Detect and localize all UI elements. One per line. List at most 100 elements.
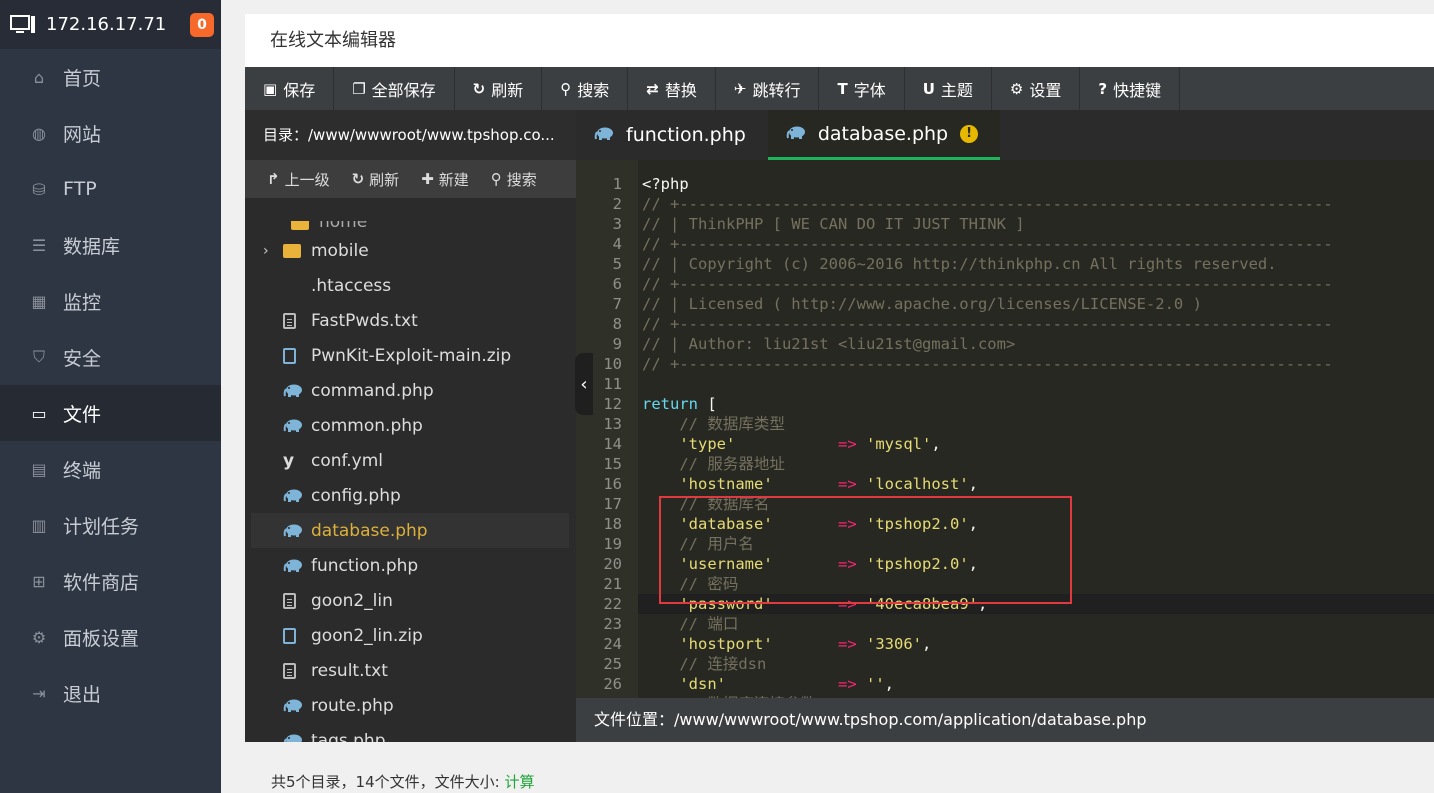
list-item[interactable]: PwnKit-Exploit-main.zip	[251, 338, 569, 373]
code-editor[interactable]: 1 2 3 4 5 6 7 8 9 10 11 12 13 14 15 16 17 18 19 20 21 22 23 24 2…	[576, 160, 1434, 698]
sidebar-item-5[interactable]: ⛉ 安全	[0, 329, 221, 385]
sidebar-item-8[interactable]: ▥ 计划任务	[0, 497, 221, 553]
code-line[interactable]: // +------------------------------------…	[642, 234, 1333, 254]
chevron-right-icon[interactable]: ›	[263, 243, 283, 259]
save-button[interactable]: ▣ 保存	[245, 67, 335, 110]
code-line[interactable]: 'type' => 'mysql',	[642, 434, 940, 454]
refresh-files-button[interactable]: ↻ 刷新	[352, 169, 400, 190]
list-item[interactable]: command.php	[251, 373, 569, 408]
code-token: =>	[837, 635, 857, 653]
code-line[interactable]: // +------------------------------------…	[642, 194, 1333, 214]
list-item[interactable]: route.php	[251, 688, 569, 723]
save-icon: ▣	[263, 79, 278, 98]
sidebar-item-6[interactable]: ▭ 文件	[0, 385, 221, 441]
code-line[interactable]: 'dsn' => '',	[642, 674, 894, 694]
code-line[interactable]: <?php	[642, 174, 689, 194]
settings-button[interactable]: ⚙ 设置	[992, 67, 1081, 110]
sidebar-item-9[interactable]: ⊞ 软件商店	[0, 553, 221, 609]
list-item[interactable]: config.php	[251, 478, 569, 513]
list-item[interactable]: goon2_lin.zip	[251, 618, 569, 653]
shortcuts-button[interactable]: ? 快捷键	[1080, 67, 1181, 110]
code-line[interactable]: // | ThinkPHP [ WE CAN DO IT JUST THINK …	[642, 214, 1025, 234]
sidebar-item-0[interactable]: ⌂ 首页	[0, 49, 221, 105]
line-number: 5	[612, 255, 622, 273]
line-number: 1	[612, 175, 622, 193]
sidebar-item-label: 首页	[63, 67, 102, 90]
refresh-icon: ↻	[472, 79, 486, 98]
line-number: 26	[603, 675, 622, 693]
list-item[interactable]: tags.php	[251, 723, 569, 742]
sidebar-item-1[interactable]: ◍ 网站	[0, 105, 221, 161]
code-line[interactable]: 'password' => '40eca8bea9',	[638, 594, 1434, 614]
sidebar-item-label: 退出	[63, 683, 102, 706]
replace-icon: ⇄	[646, 79, 659, 98]
list-item[interactable]: y conf.yml	[251, 443, 569, 478]
replace-button[interactable]: ⇄ 替换	[628, 67, 716, 110]
save-all-button[interactable]: ❐ 全部保存	[334, 67, 455, 110]
php-file-icon	[283, 384, 311, 398]
code-line[interactable]: // 服务器地址	[642, 454, 785, 474]
code-line[interactable]: // +------------------------------------…	[642, 314, 1333, 334]
code-token: ,	[968, 515, 978, 533]
list-item[interactable]: .htaccess	[251, 268, 569, 303]
theme-button[interactable]: U 主题	[905, 67, 992, 110]
search-files-button[interactable]: ⚲ 搜索	[491, 169, 537, 190]
code-line[interactable]: 'username' => 'tpshop2.0',	[642, 554, 978, 574]
list-item[interactable]: result.txt	[251, 653, 569, 688]
code-line[interactable]: return [	[642, 394, 717, 414]
list-item[interactable]: common.php	[251, 408, 569, 443]
code-line[interactable]: // | Author: liu21st <liu21st@gmail.com>	[642, 334, 1015, 354]
refresh-button[interactable]: ↻ 刷新	[455, 67, 543, 110]
text-file-icon	[283, 592, 311, 609]
code-token: // 数据库类型	[642, 415, 785, 433]
code-line[interactable]: // 连接dsn	[642, 654, 766, 674]
code-line[interactable]: // | Copyright (c) 2006~2016 http://thin…	[642, 254, 1277, 274]
sidebar-item-11[interactable]: ⇥ 退出	[0, 665, 221, 721]
tab-1[interactable]: database.php!	[767, 110, 1001, 160]
sidebar-item-7[interactable]: ▤ 终端	[0, 441, 221, 497]
code-line[interactable]: // 数据库名	[642, 494, 769, 514]
code-line[interactable]: // | Licensed ( http://www.apache.org/li…	[642, 294, 1202, 314]
text-file-icon	[283, 662, 311, 679]
search-button[interactable]: ⚲ 搜索	[542, 67, 629, 110]
code-line[interactable]: 'database' => 'tpshop2.0',	[642, 514, 978, 534]
code-line[interactable]: 'hostname' => 'localhost',	[642, 474, 978, 494]
sidebar-item-3[interactable]: ☰ 数据库	[0, 217, 221, 273]
tab-0[interactable]: function.php	[576, 110, 768, 160]
magnet-icon: U	[922, 79, 935, 98]
font-button[interactable]: T 字体	[819, 67, 905, 110]
parent-dir-button[interactable]: ↱ 上一级	[267, 169, 330, 190]
code-token: // | Copyright (c) 2006~2016 http://thin…	[642, 255, 1277, 273]
goto-line-button[interactable]: ✈ 跳转行	[716, 67, 820, 110]
code-line[interactable]: // +------------------------------------…	[642, 274, 1333, 294]
file-location-bar: 文件位置：/www/wwwroot/www.tpshop.com/applica…	[576, 698, 1434, 742]
sidebar-item-4[interactable]: ▦ 监控	[0, 273, 221, 329]
code-token: // | Licensed ( http://www.apache.org/li…	[642, 295, 1202, 313]
list-item[interactable]: › mobile	[251, 233, 569, 268]
line-number: 16	[603, 475, 622, 493]
sidebar-item-label: 面板设置	[63, 627, 140, 650]
sidebar-item-10[interactable]: ⚙ 面板设置	[0, 609, 221, 665]
code-line[interactable]: // +------------------------------------…	[642, 354, 1333, 374]
code-token: '40eca8bea9'	[866, 595, 978, 613]
list-item[interactable]: function.php	[251, 548, 569, 583]
line-number: 18	[603, 515, 622, 533]
code-line[interactable]: // 端口	[642, 614, 738, 634]
calculate-size-link[interactable]: 计算	[504, 773, 534, 791]
footer-summary: 共5个目录，14个文件，文件大小: 计算	[271, 773, 535, 791]
list-item[interactable]: goon2_lin	[251, 583, 569, 618]
sidebar-item-2[interactable]: ⛁ FTP	[0, 161, 221, 217]
list-item[interactable]: FastPwds.txt	[251, 303, 569, 338]
code-line[interactable]: // 用户名	[642, 534, 754, 554]
code-line[interactable]: // 密码	[642, 574, 738, 594]
notification-badge[interactable]: 0	[190, 13, 214, 37]
code-line[interactable]: // 数据库类型	[642, 414, 785, 434]
collapse-sidebar-button[interactable]: ‹	[575, 353, 593, 415]
list-item[interactable]: database.php	[251, 513, 569, 548]
file-name: conf.yml	[311, 450, 384, 471]
line-number: 24	[603, 635, 622, 653]
new-file-button[interactable]: ✚ 新建	[421, 169, 469, 190]
code-line[interactable]: 'hostport' => '3306',	[642, 634, 931, 654]
sidebar-item-label: 数据库	[63, 235, 121, 258]
